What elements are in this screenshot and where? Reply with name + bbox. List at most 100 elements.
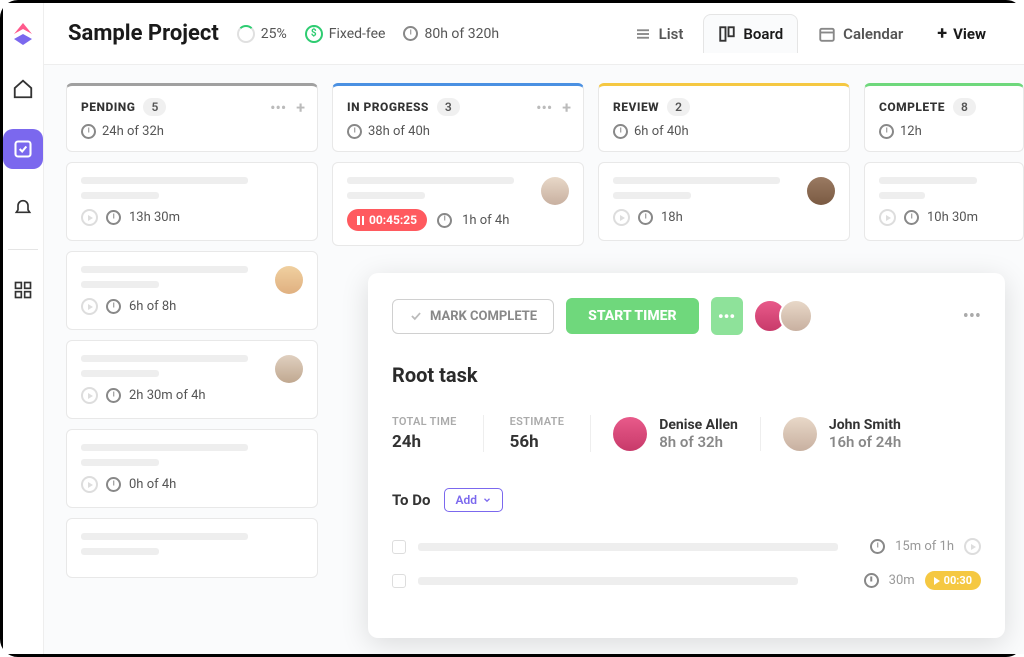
progress-ring-icon — [237, 25, 255, 43]
column-add-icon[interactable]: + — [296, 98, 305, 117]
app-logo[interactable] — [8, 19, 38, 49]
column-more-icon[interactable]: ••• — [536, 98, 552, 117]
clock-icon — [106, 477, 121, 492]
task-card[interactable]: 2h 30m of 4h — [66, 340, 318, 419]
notifications-icon[interactable] — [3, 189, 43, 229]
play-icon[interactable] — [81, 476, 98, 493]
clock-icon — [879, 124, 894, 139]
card-time: 13h 30m — [129, 210, 180, 225]
column-more-icon[interactable]: ••• — [270, 98, 286, 117]
avatar[interactable] — [541, 177, 569, 205]
column-header-pending[interactable]: PENDING 5 ••• + 24h of 32h — [66, 83, 318, 152]
member-name: John Smith — [829, 417, 901, 433]
total-time-value: 24h — [392, 432, 457, 452]
clock-icon — [106, 299, 121, 314]
clock-icon — [864, 573, 879, 588]
timer-more-button[interactable]: ••• — [711, 297, 743, 335]
card-time: 2h 30m of 4h — [129, 388, 206, 403]
task-card[interactable]: 13h 30m — [66, 162, 318, 241]
estimate-label: ESTIMATE — [510, 415, 565, 428]
checkbox[interactable] — [392, 540, 406, 554]
column-count: 5 — [143, 98, 166, 116]
clock-icon — [638, 210, 653, 225]
view-tab-list[interactable]: List — [620, 14, 698, 53]
task-detail-panel: MARK COMPLETE START TIMER ••• ••• Root t… — [368, 273, 1005, 638]
active-timer-chip[interactable]: 00:45:25 — [347, 209, 427, 231]
column-header-review[interactable]: REVIEW 2 6h of 40h — [598, 83, 850, 152]
hours-meta: 80h of 320h — [403, 26, 499, 42]
avatar[interactable] — [807, 177, 835, 205]
column-count: 3 — [437, 98, 460, 116]
column-pending: PENDING 5 ••• + 24h of 32h 13h 30m — [66, 83, 318, 636]
view-tab-board[interactable]: Board — [703, 14, 798, 53]
view-board-label: Board — [743, 25, 783, 43]
todo-section-title: To Do — [392, 491, 430, 509]
clock-icon — [904, 210, 919, 225]
assignee-stack[interactable] — [761, 299, 813, 333]
column-add-icon[interactable]: + — [562, 98, 571, 117]
view-calendar-label: Calendar — [843, 25, 903, 43]
card-time: 10h 30m — [927, 210, 978, 225]
start-timer-button[interactable]: START TIMER — [566, 298, 698, 334]
view-list-label: List — [659, 25, 684, 43]
mark-complete-button[interactable]: MARK COMPLETE — [392, 299, 554, 334]
todo-item[interactable]: 30m 00:30 — [392, 563, 981, 598]
clock-icon — [106, 210, 121, 225]
todo-item[interactable]: 15m of 1h — [392, 530, 981, 563]
add-todo-button[interactable]: Add — [444, 488, 503, 512]
estimate-value: 56h — [510, 432, 565, 452]
tasks-icon[interactable] — [3, 129, 43, 169]
column-header-complete[interactable]: COMPLETE 8 12h — [864, 83, 1024, 152]
avatar[interactable] — [275, 355, 303, 383]
card-time: 1h of 4h — [462, 213, 509, 228]
clock-icon — [347, 124, 362, 139]
play-icon[interactable] — [964, 538, 981, 555]
view-tab-calendar[interactable]: Calendar — [804, 14, 917, 53]
card-time: 18h — [661, 210, 683, 225]
column-header-progress[interactable]: IN PROGRESS 3 ••• + 38h of 40h — [332, 83, 584, 152]
add-view-button[interactable]: + View — [923, 14, 1000, 53]
pause-icon — [357, 216, 364, 225]
panel-more-icon[interactable]: ••• — [963, 306, 981, 327]
column-count: 8 — [953, 98, 976, 116]
play-icon[interactable] — [81, 298, 98, 315]
checkbox[interactable] — [392, 574, 406, 588]
clock-icon — [613, 124, 628, 139]
avatar[interactable] — [613, 417, 647, 451]
todo-timer-chip[interactable]: 00:30 — [925, 571, 981, 590]
task-card[interactable]: 00:45:25 1h of 4h — [332, 162, 584, 246]
billing-meta: $ Fixed-fee — [305, 25, 386, 43]
column-title: IN PROGRESS — [347, 100, 429, 114]
play-icon[interactable] — [613, 209, 630, 226]
progress-meta: 25% — [237, 25, 287, 43]
divider — [8, 249, 38, 250]
clock-icon — [870, 539, 885, 554]
apps-icon[interactable] — [3, 270, 43, 310]
avatar[interactable] — [275, 266, 303, 294]
clock-icon — [437, 213, 452, 228]
play-icon[interactable] — [81, 387, 98, 404]
task-card[interactable]: 18h — [598, 162, 850, 241]
task-card[interactable] — [66, 518, 318, 578]
task-card[interactable]: 0h of 4h — [66, 429, 318, 508]
member-time: 16h of 24h — [829, 433, 901, 451]
clock-icon — [403, 26, 418, 41]
column-count: 2 — [667, 98, 690, 116]
home-icon[interactable] — [3, 69, 43, 109]
task-title: Root task — [392, 363, 981, 387]
left-sidebar — [3, 3, 44, 654]
avatar[interactable] — [783, 417, 817, 451]
member-name: Denise Allen — [659, 417, 738, 433]
plus-icon: + — [937, 23, 947, 44]
play-icon[interactable] — [81, 209, 98, 226]
play-icon[interactable] — [879, 209, 896, 226]
column-time: 12h — [900, 124, 922, 139]
card-time: 6h of 8h — [129, 299, 176, 314]
column-time: 24h of 32h — [102, 124, 164, 139]
task-card[interactable]: 6h of 8h — [66, 251, 318, 330]
dollar-icon: $ — [305, 25, 323, 43]
task-card[interactable]: 10h 30m — [864, 162, 1024, 241]
total-time-label: TOTAL TIME — [392, 415, 457, 428]
member-time: 8h of 32h — [659, 433, 738, 451]
topbar: Sample Project 25% $ Fixed-fee 80h of 32… — [44, 3, 1024, 65]
